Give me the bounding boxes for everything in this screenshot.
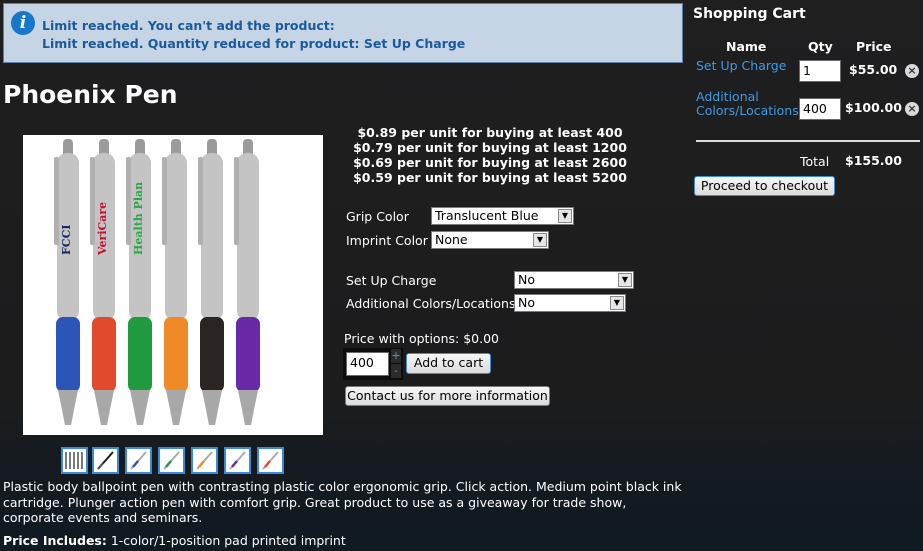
chevron-down-icon: ▼ — [610, 296, 624, 310]
imprint-color-select[interactable]: None ▼ — [431, 231, 549, 249]
cart-header-price: Price — [856, 39, 892, 54]
cart-item-price: $100.00 — [845, 100, 902, 115]
chevron-down-icon: ▼ — [558, 209, 572, 223]
pen-1: FCCI — [54, 139, 80, 425]
pen-thumbnail-icon — [65, 452, 83, 469]
thumbnail-4[interactable] — [158, 447, 185, 474]
pen-thumbnail-icon — [262, 451, 279, 470]
price-with-options-value: $0.00 — [463, 331, 499, 346]
thumbnail-1[interactable] — [61, 447, 88, 474]
setup-charge-label: Set Up Charge — [346, 273, 437, 288]
pen-6 — [234, 139, 260, 425]
tier-price-4: $0.59 per unit for buying at least 5200 — [353, 170, 627, 185]
price-with-options: Price with options: $0.00 — [344, 331, 499, 346]
remove-icon[interactable]: × — [905, 64, 919, 78]
product-image[interactable]: FCCI VeriCare Health Plan — [23, 135, 323, 435]
cart-total-label: Total — [800, 154, 830, 169]
increment-button[interactable]: + — [391, 349, 401, 363]
tier-price-2: $0.79 per unit for buying at least 1200 — [353, 140, 627, 155]
pen-thumbnail-icon — [130, 451, 147, 470]
imprint-color-value: None — [435, 232, 468, 247]
setup-charge-select[interactable]: No ▼ — [514, 271, 634, 289]
imprint-color-label: Imprint Color — [346, 233, 428, 248]
chevron-down-icon: ▼ — [618, 273, 632, 287]
price-includes: Price Includes: 1-color/1-position pad p… — [3, 533, 346, 548]
pen-thumbnail-icon — [97, 451, 114, 470]
cart-header-name: Name — [726, 39, 767, 54]
cart-item-qty-input[interactable]: 1 — [799, 60, 841, 82]
pen-4 — [162, 139, 188, 425]
contact-button[interactable]: Contact us for more information — [345, 386, 550, 406]
tier-price-3: $0.69 per unit for buying at least 2600 — [353, 155, 627, 170]
cart-item-qty-input[interactable]: 400 — [799, 98, 841, 120]
notice-banner: i Limit reached. You can't add the produ… — [3, 3, 683, 63]
grip-color-select[interactable]: Translucent Blue ▼ — [431, 207, 574, 225]
product-description: Plastic body ballpoint pen with contrast… — [3, 479, 682, 525]
grip-color-value: Translucent Blue — [435, 208, 539, 223]
pen-3: Health Plan — [126, 139, 152, 425]
cart-item-name-link[interactable]: Set Up Charge — [696, 59, 786, 73]
notice-line-2: Limit reached. Quantity reduced for prod… — [42, 36, 466, 51]
chevron-down-icon: ▼ — [533, 233, 547, 247]
price-includes-value: 1-color/1-position pad printed imprint — [110, 533, 346, 548]
pen-thumbnail-icon — [229, 451, 246, 470]
cart-item-price: $55.00 — [849, 62, 898, 77]
price-with-options-label: Price with options: — [344, 331, 460, 346]
setup-charge-value: No — [518, 272, 535, 287]
tier-price-1: $0.89 per unit for buying at least 400 — [357, 125, 623, 140]
decrement-button[interactable]: - — [391, 364, 401, 378]
pen-5 — [198, 139, 224, 425]
cart-total-value: $155.00 — [845, 153, 902, 168]
thumbnail-5[interactable] — [191, 447, 218, 474]
checkout-button[interactable]: Proceed to checkout — [694, 176, 835, 196]
additional-colors-select[interactable]: No ▼ — [514, 294, 626, 312]
svg-text:VeriCare: VeriCare — [96, 202, 109, 256]
thumbnail-7[interactable] — [257, 447, 284, 474]
info-icon: i — [11, 11, 35, 35]
add-to-cart-button[interactable]: Add to cart — [406, 353, 491, 374]
grip-color-label: Grip Color — [346, 209, 409, 224]
pen-thumbnail-icon — [196, 451, 213, 470]
svg-text:FCCI: FCCI — [60, 225, 73, 255]
cart-divider — [696, 140, 920, 142]
thumbnail-3[interactable] — [125, 447, 152, 474]
price-includes-label: Price Includes: — [3, 533, 107, 548]
additional-colors-label: Additional Colors/Locations — [346, 296, 516, 311]
thumbnail-6[interactable] — [224, 447, 251, 474]
pen-2: VeriCare — [90, 139, 116, 425]
remove-icon[interactable]: × — [905, 102, 919, 116]
notice-line-1: Limit reached. You can't add the product… — [42, 18, 335, 33]
additional-colors-value: No — [518, 295, 535, 310]
thumbnail-2[interactable] — [92, 447, 119, 474]
cart-title: Shopping Cart — [693, 6, 806, 22]
product-title: Phoenix Pen — [3, 80, 178, 109]
cart-header-qty: Qty — [808, 39, 833, 54]
cart-item-name-link[interactable]: Additional Colors/Locations — [696, 90, 799, 118]
pen-thumbnail-icon — [163, 451, 180, 470]
pens-illustration: FCCI VeriCare Health Plan — [54, 139, 260, 425]
svg-text:Health Plan: Health Plan — [132, 182, 145, 255]
quantity-input[interactable]: 400 — [346, 352, 389, 376]
